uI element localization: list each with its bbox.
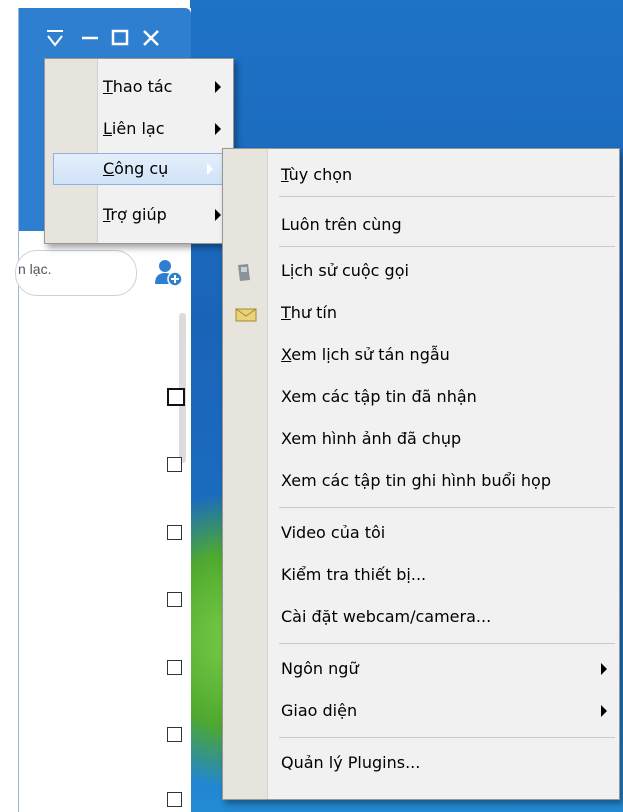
menu-separator (279, 196, 615, 197)
menu-item-tro-giup[interactable]: Trợ giúp (45, 199, 233, 231)
menu-item-always-on-top[interactable]: Luôn trên cùng (223, 209, 619, 241)
menu-item-options[interactable]: Tùy chọn (223, 159, 619, 191)
search-placeholder: n lạc. (18, 261, 52, 277)
menu-item-lien-lac[interactable]: Liên lạc (45, 113, 233, 145)
add-contact-icon[interactable] (154, 258, 184, 288)
submenu-arrow-icon (601, 663, 607, 675)
envelope-icon (235, 307, 257, 326)
tools-submenu: Tùy chọn Luôn trên cùng Lịch sử cuộc gọi… (222, 148, 620, 800)
checkbox[interactable] (167, 592, 182, 607)
menu-item-interface[interactable]: Giao diện (223, 695, 619, 727)
submenu-arrow-icon (215, 123, 221, 135)
menu-item-my-videos[interactable]: Video của tôi (223, 517, 619, 549)
menu-separator (279, 737, 615, 738)
menu-item-check-devices[interactable]: Kiểm tra thiết bị... (223, 559, 619, 591)
menu-item-received-files[interactable]: Xem các tập tin đã nhận (223, 381, 619, 413)
menu-separator (279, 507, 615, 508)
overflow-icon[interactable] (45, 28, 65, 52)
checkbox[interactable] (167, 525, 182, 540)
checkbox[interactable] (167, 792, 182, 807)
menu-item-webcam-settings[interactable]: Cài đặt webcam/camera... (223, 601, 619, 633)
submenu-arrow-icon (215, 209, 221, 221)
menu-item-meeting-recordings[interactable]: Xem các tập tin ghi hình buổi họp (223, 465, 619, 497)
search-input[interactable]: n lạc. (15, 250, 137, 296)
menu-separator (279, 246, 615, 247)
minimize-icon[interactable] (81, 28, 99, 52)
checkbox[interactable] (167, 660, 182, 675)
checkbox[interactable] (167, 457, 182, 472)
submenu-arrow-icon (207, 163, 213, 175)
menu-item-captured-images[interactable]: Xem hình ảnh đã chụp (223, 423, 619, 455)
menu-item-mail[interactable]: Thư tín (223, 297, 619, 329)
phone-icon (235, 263, 253, 287)
submenu-arrow-icon (601, 705, 607, 717)
menu-item-cong-cu[interactable]: Công cụ (53, 153, 225, 185)
checkbox[interactable] (167, 727, 182, 742)
menu-item-language[interactable]: Ngôn ngữ (223, 653, 619, 685)
main-menu: Thao tác Liên lạc Công cụ Trợ giúp (44, 58, 234, 244)
menu-item-manage-plugins[interactable]: Quản lý Plugins... (223, 747, 619, 779)
submenu-arrow-icon (215, 81, 221, 93)
menu-item-call-history[interactable]: Lịch sử cuộc gọi (223, 255, 619, 287)
menu-item-chat-history[interactable]: Xem lịch sử tán ngẫu (223, 339, 619, 371)
close-icon[interactable] (141, 28, 161, 52)
menu-item-thao-tac[interactable]: Thao tác (45, 71, 233, 103)
maximize-icon[interactable] (111, 28, 129, 52)
checkbox[interactable] (167, 388, 185, 406)
menu-separator (279, 643, 615, 644)
